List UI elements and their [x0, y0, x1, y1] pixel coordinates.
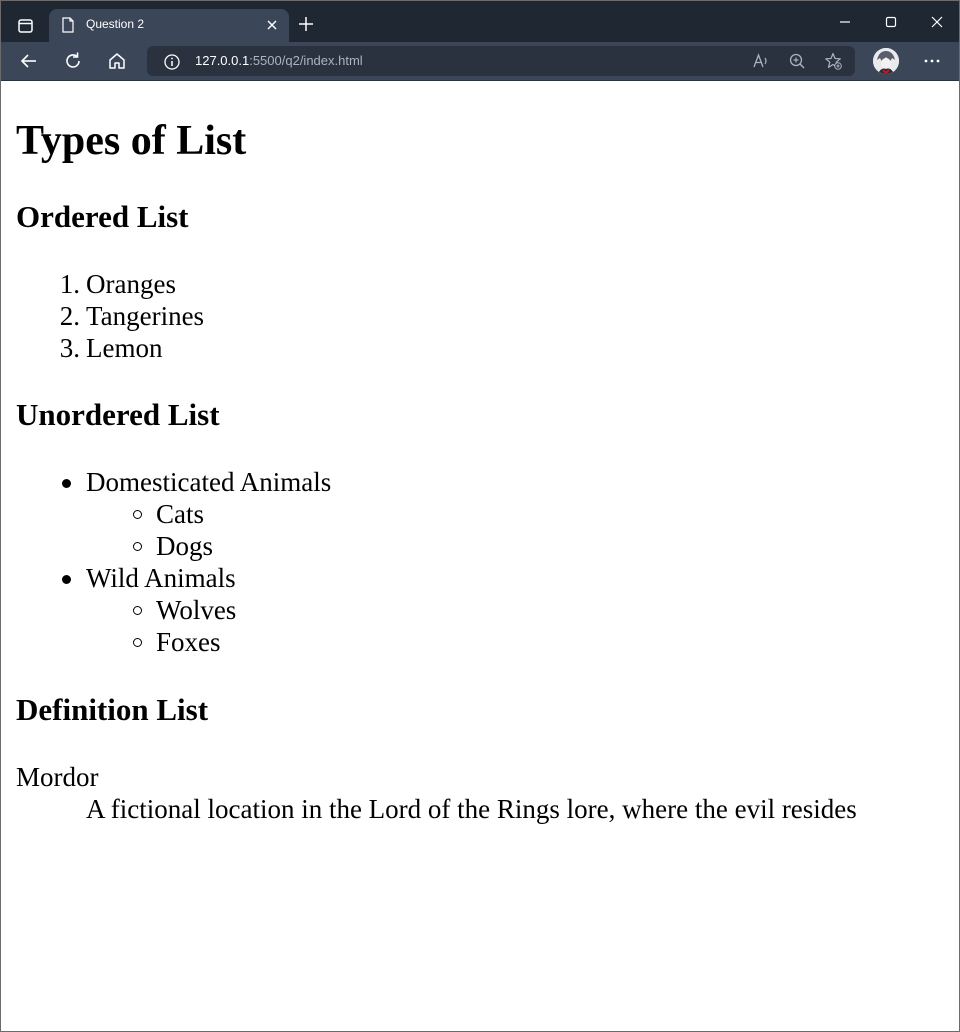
circle-bullet-icon	[133, 542, 142, 551]
more-options-icon[interactable]	[920, 49, 944, 73]
nested-list: Wolves Foxes	[86, 594, 331, 658]
list-item: 2. Tangerines	[60, 300, 205, 332]
nested-list: Cats Dogs	[86, 498, 331, 562]
maximize-icon[interactable]	[876, 9, 906, 35]
list-item-label: Cats	[156, 499, 205, 529]
page-icon	[61, 17, 75, 38]
tab-title: Question 2	[86, 17, 145, 31]
page-title: Types of List	[16, 118, 247, 164]
definition-description: A fictional location in the Lord of the …	[86, 794, 857, 824]
favorite-star-icon[interactable]	[824, 52, 842, 70]
info-icon[interactable]	[163, 53, 181, 76]
disc-bullet-icon	[62, 479, 71, 488]
unordered-list-heading: Unordered List	[16, 397, 220, 432]
disc-bullet-icon	[62, 575, 71, 584]
url-host: 127.0.0.1	[195, 53, 250, 68]
new-tab-icon[interactable]	[297, 15, 315, 33]
nested-list-item: Cats	[133, 498, 331, 530]
list-item: 3. Lemon	[60, 332, 204, 364]
list-item-number: 1.	[59, 269, 80, 299]
browser-window: Question 2 127.0.0.1:5500/q2/index.html …	[0, 0, 960, 1032]
nested-list-item: Wolves	[133, 594, 331, 626]
page-content: Types of List Ordered List 1. Oranges 2. T…	[1, 81, 959, 1031]
browser-toolbar: 127.0.0.1:5500/q2/index.html	[1, 42, 959, 81]
definition-term: Mordor	[16, 762, 99, 792]
profile-avatar[interactable]	[873, 48, 899, 74]
nested-list-item: Foxes	[133, 626, 331, 658]
list-item: 1. Oranges	[60, 268, 204, 300]
list-item: Wild Animals Wolves Foxes	[62, 562, 331, 658]
tab-question-2[interactable]: Question 2	[49, 9, 289, 42]
url-path: :5500/q2/index.html	[249, 53, 363, 68]
circle-bullet-icon	[133, 606, 142, 615]
read-aloud-icon[interactable]	[752, 52, 770, 70]
circle-bullet-icon	[133, 510, 142, 519]
list-item-label: Foxes	[156, 627, 221, 657]
unordered-list: Domesticated Animals Cats Dogs Wild Anim…	[62, 466, 332, 658]
address-bar[interactable]: 127.0.0.1:5500/q2/index.html	[147, 46, 855, 76]
list-item-label: Wolves	[156, 595, 237, 625]
zoom-icon[interactable]	[788, 52, 806, 70]
tab-strip: Question 2	[1, 1, 959, 42]
list-item-label: Lemon	[86, 333, 163, 363]
tab-actions-icon[interactable]	[11, 11, 39, 39]
reload-icon[interactable]	[61, 49, 85, 73]
nested-list-item: Dogs	[133, 530, 331, 562]
home-icon[interactable]	[105, 49, 129, 73]
ordered-list: 1. Oranges 2. Tangerines 3. Lemon	[60, 268, 205, 364]
list-item-label: Dogs	[156, 531, 214, 561]
circle-bullet-icon	[133, 638, 142, 647]
minimize-icon[interactable]	[830, 9, 860, 35]
list-item-label: Oranges	[86, 269, 176, 299]
close-window-icon[interactable]	[922, 9, 952, 35]
list-item: Domesticated Animals Cats Dogs	[62, 466, 332, 562]
close-tab-icon[interactable]	[265, 18, 279, 32]
list-item-label: Domesticated Animals	[86, 467, 332, 497]
url-text[interactable]: 127.0.0.1:5500/q2/index.html	[195, 53, 363, 68]
list-item-label: Wild Animals	[86, 563, 236, 593]
list-item-number: 2.	[59, 301, 80, 331]
list-item-label: Tangerines	[86, 301, 205, 331]
ordered-list-heading: Ordered List	[16, 199, 189, 234]
back-arrow-icon[interactable]	[17, 49, 41, 73]
list-item-number: 3.	[59, 333, 80, 363]
definition-list: Mordor A fictional location in the Lord …	[16, 761, 857, 825]
definition-list-heading: Definition List	[16, 692, 209, 727]
